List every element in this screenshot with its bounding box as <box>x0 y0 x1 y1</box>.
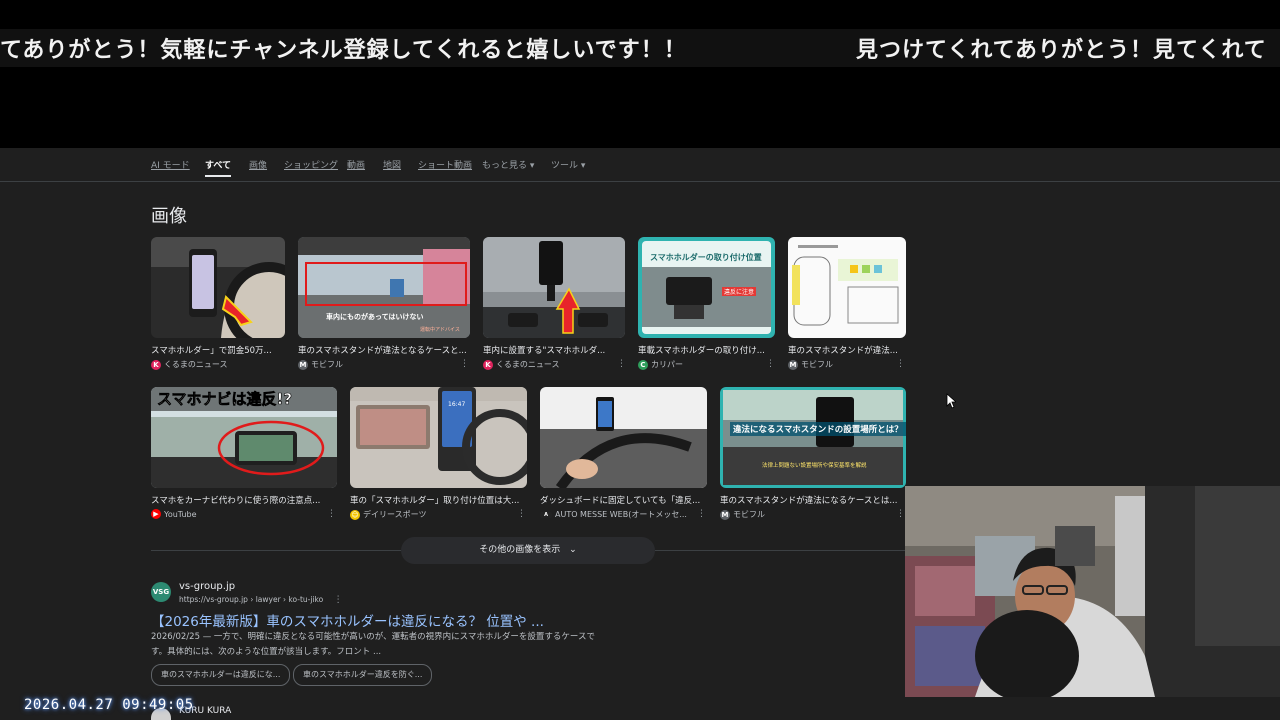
more-options-icon[interactable]: ⋮ <box>896 509 905 519</box>
image-thumbnail[interactable]: スマホホルダーの取り付け位置 違反に注意 <box>638 237 775 338</box>
more-images-button[interactable]: その他の画像を表示 ⌄ <box>401 537 655 564</box>
thumbnail-banner-text: スマホナビは違反!? <box>157 390 293 409</box>
source-logo-icon: M <box>788 359 798 370</box>
image-thumbnail[interactable]: スマホナビは違反!? <box>151 387 337 488</box>
image-caption: 車内に設置する"スマホホルダ... <box>483 346 606 356</box>
image-thumbnail[interactable] <box>151 237 285 338</box>
image-caption: スマホをカーナビ代わりに使う際の注意点... <box>151 496 321 506</box>
source-logo-icon: K <box>483 359 493 370</box>
image-card[interactable]: ダッシュボードに固定していても「違反... A AUTO MESSE WEB(オ… <box>540 387 707 527</box>
image-caption: 車の「スマホホルダー」取り付け位置は大... <box>350 496 520 506</box>
image-thumbnail[interactable] <box>483 237 625 338</box>
images-section-title: 画像 <box>151 206 187 227</box>
more-options-icon[interactable]: ⋮ <box>697 509 706 519</box>
tab-more[interactable]: もっと見る ▾ <box>482 158 534 171</box>
image-thumbnail[interactable] <box>788 237 906 338</box>
image-caption: 車載スマホホルダーの取り付け... <box>638 346 765 356</box>
thumbnail-banner-text: 違法になるスマホスタンドの設置場所とは？ <box>730 422 906 436</box>
stream-ticker: てありがとう！気軽にチャンネル登録してくれると嬉しいです！！ 見つけてくれてあり… <box>0 29 1280 67</box>
source-logo-icon: K <box>151 359 161 370</box>
result-site-name[interactable]: vs-group.jp <box>179 581 235 592</box>
image-card[interactable]: 16:47 車の「スマホホルダー」取り付け位置は大... ☺ デイリースポーツ … <box>350 387 527 527</box>
tab-all[interactable]: すべて <box>205 158 232 177</box>
image-card[interactable]: スマホホルダー」で罰金50万... K くるまのニュース <box>151 237 285 377</box>
tab-ai-mode[interactable]: AI モード <box>151 158 190 171</box>
image-card[interactable]: 違法になるスマホスタンドの設置場所とは？ 法律上問題ない設置場所や保安基準を解説… <box>720 387 906 527</box>
source-logo-icon: M <box>720 509 730 520</box>
image-source: A AUTO MESSE WEB(オートメッセ... <box>540 509 687 520</box>
thumbnail-banner-text: スマホホルダーの取り付け位置 <box>650 253 762 262</box>
image-thumbnail[interactable]: 車内にものがあってはいけない 運転中アドバイス <box>298 237 470 338</box>
related-chip[interactable]: 車のスマホホルダーは違反にな... <box>151 664 291 686</box>
source-logo-icon: A <box>540 511 552 518</box>
search-tabs: AI モード すべて 画像 ショッピング 動画 地図 ショート動画 もっと見る … <box>0 148 1280 182</box>
source-logo-icon: M <box>298 359 308 370</box>
chevron-down-icon: ⌄ <box>569 545 577 555</box>
thumbnail-screen-text: 16:47 <box>448 401 466 408</box>
more-options-icon[interactable]: ⋮ <box>334 595 343 605</box>
image-caption: スマホホルダー」で罰金50万... <box>151 346 272 356</box>
more-options-icon[interactable]: ⋮ <box>896 359 905 369</box>
ticker-text-left: てありがとう！気軽にチャンネル登録してくれると嬉しいです！！ <box>0 37 687 63</box>
more-options-icon[interactable]: ⋮ <box>617 359 626 369</box>
thumbnail-tag-text: 違反に注意 <box>722 287 757 296</box>
more-options-icon[interactable]: ⋮ <box>766 359 775 369</box>
source-logo-icon: ☺ <box>350 509 360 520</box>
image-caption: ダッシュボードに固定していても「違反... <box>540 496 701 506</box>
source-logo-icon: C <box>638 359 648 370</box>
image-source: C カリパー <box>638 359 683 370</box>
image-card[interactable]: 車内に設置する"スマホホルダ... K くるまのニュース ⋮ <box>483 237 626 377</box>
image-source: M モビフル <box>298 359 343 370</box>
youtube-icon: ▶ <box>151 509 161 519</box>
tab-shopping[interactable]: ショッピング <box>284 158 338 171</box>
tab-short-videos[interactable]: ショート動画 <box>418 158 472 171</box>
image-caption: 車のスマホスタンドが違法になるケースとは... <box>720 496 898 506</box>
image-card[interactable]: スマホナビは違反!? スマホをカーナビ代わりに使う際の注意点... ▶ YouT… <box>151 387 337 527</box>
mouse-cursor-icon <box>946 393 956 409</box>
image-source: M モビフル <box>788 359 833 370</box>
image-caption: 車のスマホスタンドが違法となるケースと... <box>298 346 467 356</box>
image-source: ☺ デイリースポーツ <box>350 509 427 520</box>
image-source: K くるまのニュース <box>151 359 227 370</box>
site-favicon-icon: VSG <box>151 582 171 602</box>
image-source: K くるまのニュース <box>483 359 559 370</box>
tab-tools[interactable]: ツール ▾ <box>551 158 585 171</box>
image-card[interactable]: 車内にものがあってはいけない 運転中アドバイス 車のスマホスタンドが違法となるケ… <box>298 237 470 377</box>
image-source: M モビフル <box>720 509 765 520</box>
ticker-text-right: 見つけてくれてありがとう！見てくれて <box>856 37 1267 63</box>
image-thumbnail[interactable]: 違法になるスマホスタンドの設置場所とは？ 法律上問題ない設置場所や保安基準を解説 <box>720 387 906 488</box>
webcam-overlay <box>905 486 1280 697</box>
image-card[interactable]: スマホホルダーの取り付け位置 違反に注意 車載スマホホルダーの取り付け... C… <box>638 237 775 377</box>
image-thumbnail[interactable]: 16:47 <box>350 387 527 488</box>
divider <box>151 550 401 551</box>
more-options-icon[interactable]: ⋮ <box>327 509 336 519</box>
tab-images[interactable]: 画像 <box>249 158 267 171</box>
result-title-link[interactable]: 【2026年最新版】車のスマホホルダーは違反になる？ 位置や ... <box>151 610 544 630</box>
tab-maps[interactable]: 地図 <box>383 158 401 171</box>
more-options-icon[interactable]: ⋮ <box>517 509 526 519</box>
thumbnail-small-text: 運転中アドバイス <box>420 327 460 333</box>
image-card[interactable]: 車のスマホスタンドが違法... M モビフル ⋮ <box>788 237 906 377</box>
more-options-icon[interactable]: ⋮ <box>460 359 469 369</box>
thumbnail-sub-text: 法律上問題ない設置場所や保安基準を解説 <box>762 463 867 469</box>
result-snippet: 2026/02/25 — 一方で、明確に違反となる可能性が高いのが、運転者の視界… <box>151 632 595 657</box>
related-chip[interactable]: 車のスマホホルダー違反を防ぐ... <box>293 664 433 686</box>
stream-timestamp: 2026.04.27 09:49:05 <box>24 697 194 713</box>
image-thumbnail[interactable] <box>540 387 707 488</box>
tab-videos[interactable]: 動画 <box>347 158 365 171</box>
divider <box>655 550 905 551</box>
result-url[interactable]: https://vs-group.jp › lawyer › ko-tu-jik… <box>179 595 343 605</box>
image-source: ▶ YouTube <box>151 509 197 519</box>
thumbnail-overlay-text: 車内にものがあってはいけない <box>326 313 424 321</box>
image-caption: 車のスマホスタンドが違法... <box>788 346 898 356</box>
